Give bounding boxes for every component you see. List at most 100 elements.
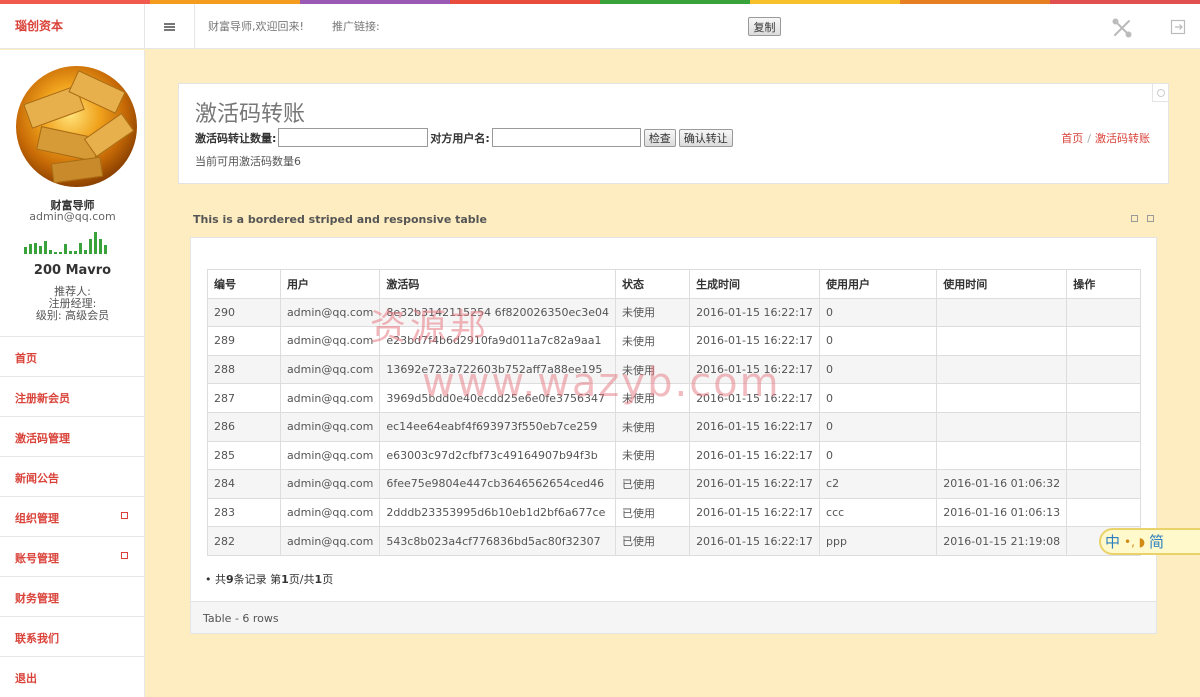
table-cell (936, 411, 1068, 442)
sidebar-item-finance[interactable]: 财务管理 (0, 576, 144, 616)
sparkline-bar (29, 244, 32, 254)
codes-table: 编号 用户 激活码 状态 生成时间 使用用户 使用时间 操作 290 admin@qq.com 8… (207, 269, 1141, 556)
sidebar-item-organization[interactable]: 组织管理 (0, 496, 144, 536)
table-cell: 282 (207, 526, 281, 556)
tools-icon[interactable] (1112, 18, 1132, 38)
exit-icon[interactable] (1170, 19, 1186, 35)
breadcrumb: 首页 / 激活码转账 (1061, 130, 1150, 146)
hamburger-icon (164, 22, 175, 31)
column-header[interactable]: 生成时间 (689, 269, 821, 299)
sparkline-bar (24, 247, 27, 254)
table-cell: 未使用 (615, 440, 691, 471)
sidebar-item-register[interactable]: 注册新会员 (0, 376, 144, 416)
table-cell: 2016-01-15 16:22:17 (689, 411, 821, 442)
table-cell: 未使用 (615, 411, 691, 442)
table-row: 290 admin@qq.com 8e32b3142115254 6f8200263… (207, 297, 1141, 328)
table-header-row: 编号 用户 激活码 状态 生成时间 使用用户 使用时间 操作 (207, 269, 1141, 299)
sidebar-item-label: 激活码管理 (15, 432, 70, 445)
pager-total: 9 (226, 573, 234, 586)
table-cell: 0 (819, 297, 938, 328)
breadcrumb-current: 激活码转账 (1095, 132, 1150, 145)
lang-simplified[interactable]: 简 (1149, 531, 1164, 552)
sidebar-item-label: 首页 (15, 352, 37, 365)
table-cell: admin@qq.com (279, 497, 381, 528)
sidebar-item-news[interactable]: 新闻公告 (0, 456, 144, 496)
table-panel: 编号 用户 激活码 状态 生成时间 使用用户 使用时间 操作 290 admin@qq.com 8… (190, 237, 1157, 634)
column-header[interactable]: 操作 (1066, 269, 1141, 299)
table-cell: admin@qq.com (279, 469, 381, 499)
table-cell: 2016-01-15 21:19:08 (936, 526, 1068, 556)
brand-logo[interactable]: 瑙创资本 (0, 4, 145, 49)
table-cell: c2 (819, 469, 938, 499)
sidebar-item-home[interactable]: 首页 (0, 336, 144, 376)
sparkline-bar (79, 243, 82, 254)
table-cell (1066, 411, 1141, 442)
column-header[interactable]: 编号 (207, 269, 281, 299)
panel-options-icon[interactable] (1152, 84, 1168, 102)
balance: 200 Mavro (33, 263, 112, 278)
column-header[interactable]: 使用时间 (936, 269, 1068, 299)
copy-button[interactable]: 复制 (748, 17, 781, 36)
sidebar-nav: 首页 注册新会员 激活码管理 新闻公告 组织管理 账号管理 财务管理 联系我们 … (0, 336, 144, 696)
table-cell (1066, 440, 1141, 471)
sparkline-bar (94, 232, 97, 254)
table-cell (1066, 354, 1141, 385)
lang-zh[interactable]: 中 (1105, 531, 1120, 552)
menu-toggle-button[interactable] (145, 4, 195, 49)
pager-suffix: 页 (322, 573, 334, 586)
page-title: 激活码转账 (195, 102, 306, 127)
table-cell: 已使用 (615, 497, 691, 528)
sparkline-bar (69, 251, 72, 254)
column-header[interactable]: 状态 (615, 269, 691, 299)
qty-input[interactable] (278, 128, 429, 147)
sidebar-item-activation-codes[interactable]: 激活码管理 (0, 416, 144, 456)
table-cell: 288 (207, 354, 281, 385)
table-cell: admin@qq.com (279, 526, 381, 556)
table-cell (936, 440, 1068, 471)
sidebar-item-label: 联系我们 (15, 632, 59, 645)
table-cell: ccc (819, 497, 938, 528)
expand-icon (121, 512, 128, 519)
table-cell: admin@qq.com (279, 440, 381, 471)
table-cell: 0 (819, 383, 938, 413)
table-row: 285 admin@qq.com e63003c97d2cfbf73c4916490… (207, 440, 1141, 471)
table-cell: 0 (819, 411, 938, 442)
table-cell: 290 (207, 297, 281, 328)
close-icon[interactable] (1147, 215, 1154, 222)
sparkline-bar (59, 252, 62, 254)
table-cell (936, 383, 1068, 413)
caption-tools (1131, 215, 1154, 222)
top-bar: 瑙创资本 财富导师,欢迎回来! 推广链接: 复制 (0, 4, 1200, 49)
sparkline-bar (74, 251, 77, 254)
table-cell: 0 (819, 440, 938, 471)
table-cell: 未使用 (615, 297, 691, 328)
sidebar-item-contact[interactable]: 联系我们 (0, 616, 144, 656)
welcome-text: 财富导师,欢迎回来! (208, 20, 304, 33)
column-header[interactable]: 用户 (279, 269, 381, 299)
check-button[interactable]: 检查 (643, 128, 676, 147)
watermark-title: 资源邦 (370, 307, 491, 348)
table-cell: 2016-01-15 16:22:17 (689, 526, 821, 556)
table-cell: 0 (819, 354, 938, 385)
confirm-transfer-button[interactable]: 确认转让 (678, 128, 733, 147)
table-cell: 2dddb23353995d6b10eb1d2bf6a677ce (379, 497, 617, 528)
column-header[interactable]: 使用用户 (819, 269, 938, 299)
expand-icon (121, 552, 128, 559)
avatar[interactable] (16, 66, 137, 187)
collapse-icon[interactable] (1131, 215, 1138, 222)
table-row: 286 admin@qq.com ec14ee64eabf4f693973f550e… (207, 411, 1141, 442)
sidebar-item-account[interactable]: 账号管理 (0, 536, 144, 576)
table-cell: 287 (207, 383, 281, 413)
pager-prefix: • 共 (205, 573, 226, 586)
table-row: 282 admin@qq.com 543c8b023a4cf776836bd5ac8… (207, 526, 1141, 556)
table-cell (936, 326, 1068, 356)
breadcrumb-separator: / (1087, 132, 1091, 145)
sidebar-item-label: 注册新会员 (15, 392, 70, 405)
language-widget[interactable]: 中 •, ◗ 简 (1099, 528, 1200, 555)
table-cell: 286 (207, 411, 281, 442)
column-header[interactable]: 激活码 (379, 269, 617, 299)
breadcrumb-home[interactable]: 首页 (1061, 132, 1083, 145)
table-row: 283 admin@qq.com 2dddb23353995d6b10eb1d2bf… (207, 497, 1141, 528)
target-user-input[interactable] (491, 128, 641, 147)
sidebar-item-logout[interactable]: 退出 (0, 656, 144, 696)
